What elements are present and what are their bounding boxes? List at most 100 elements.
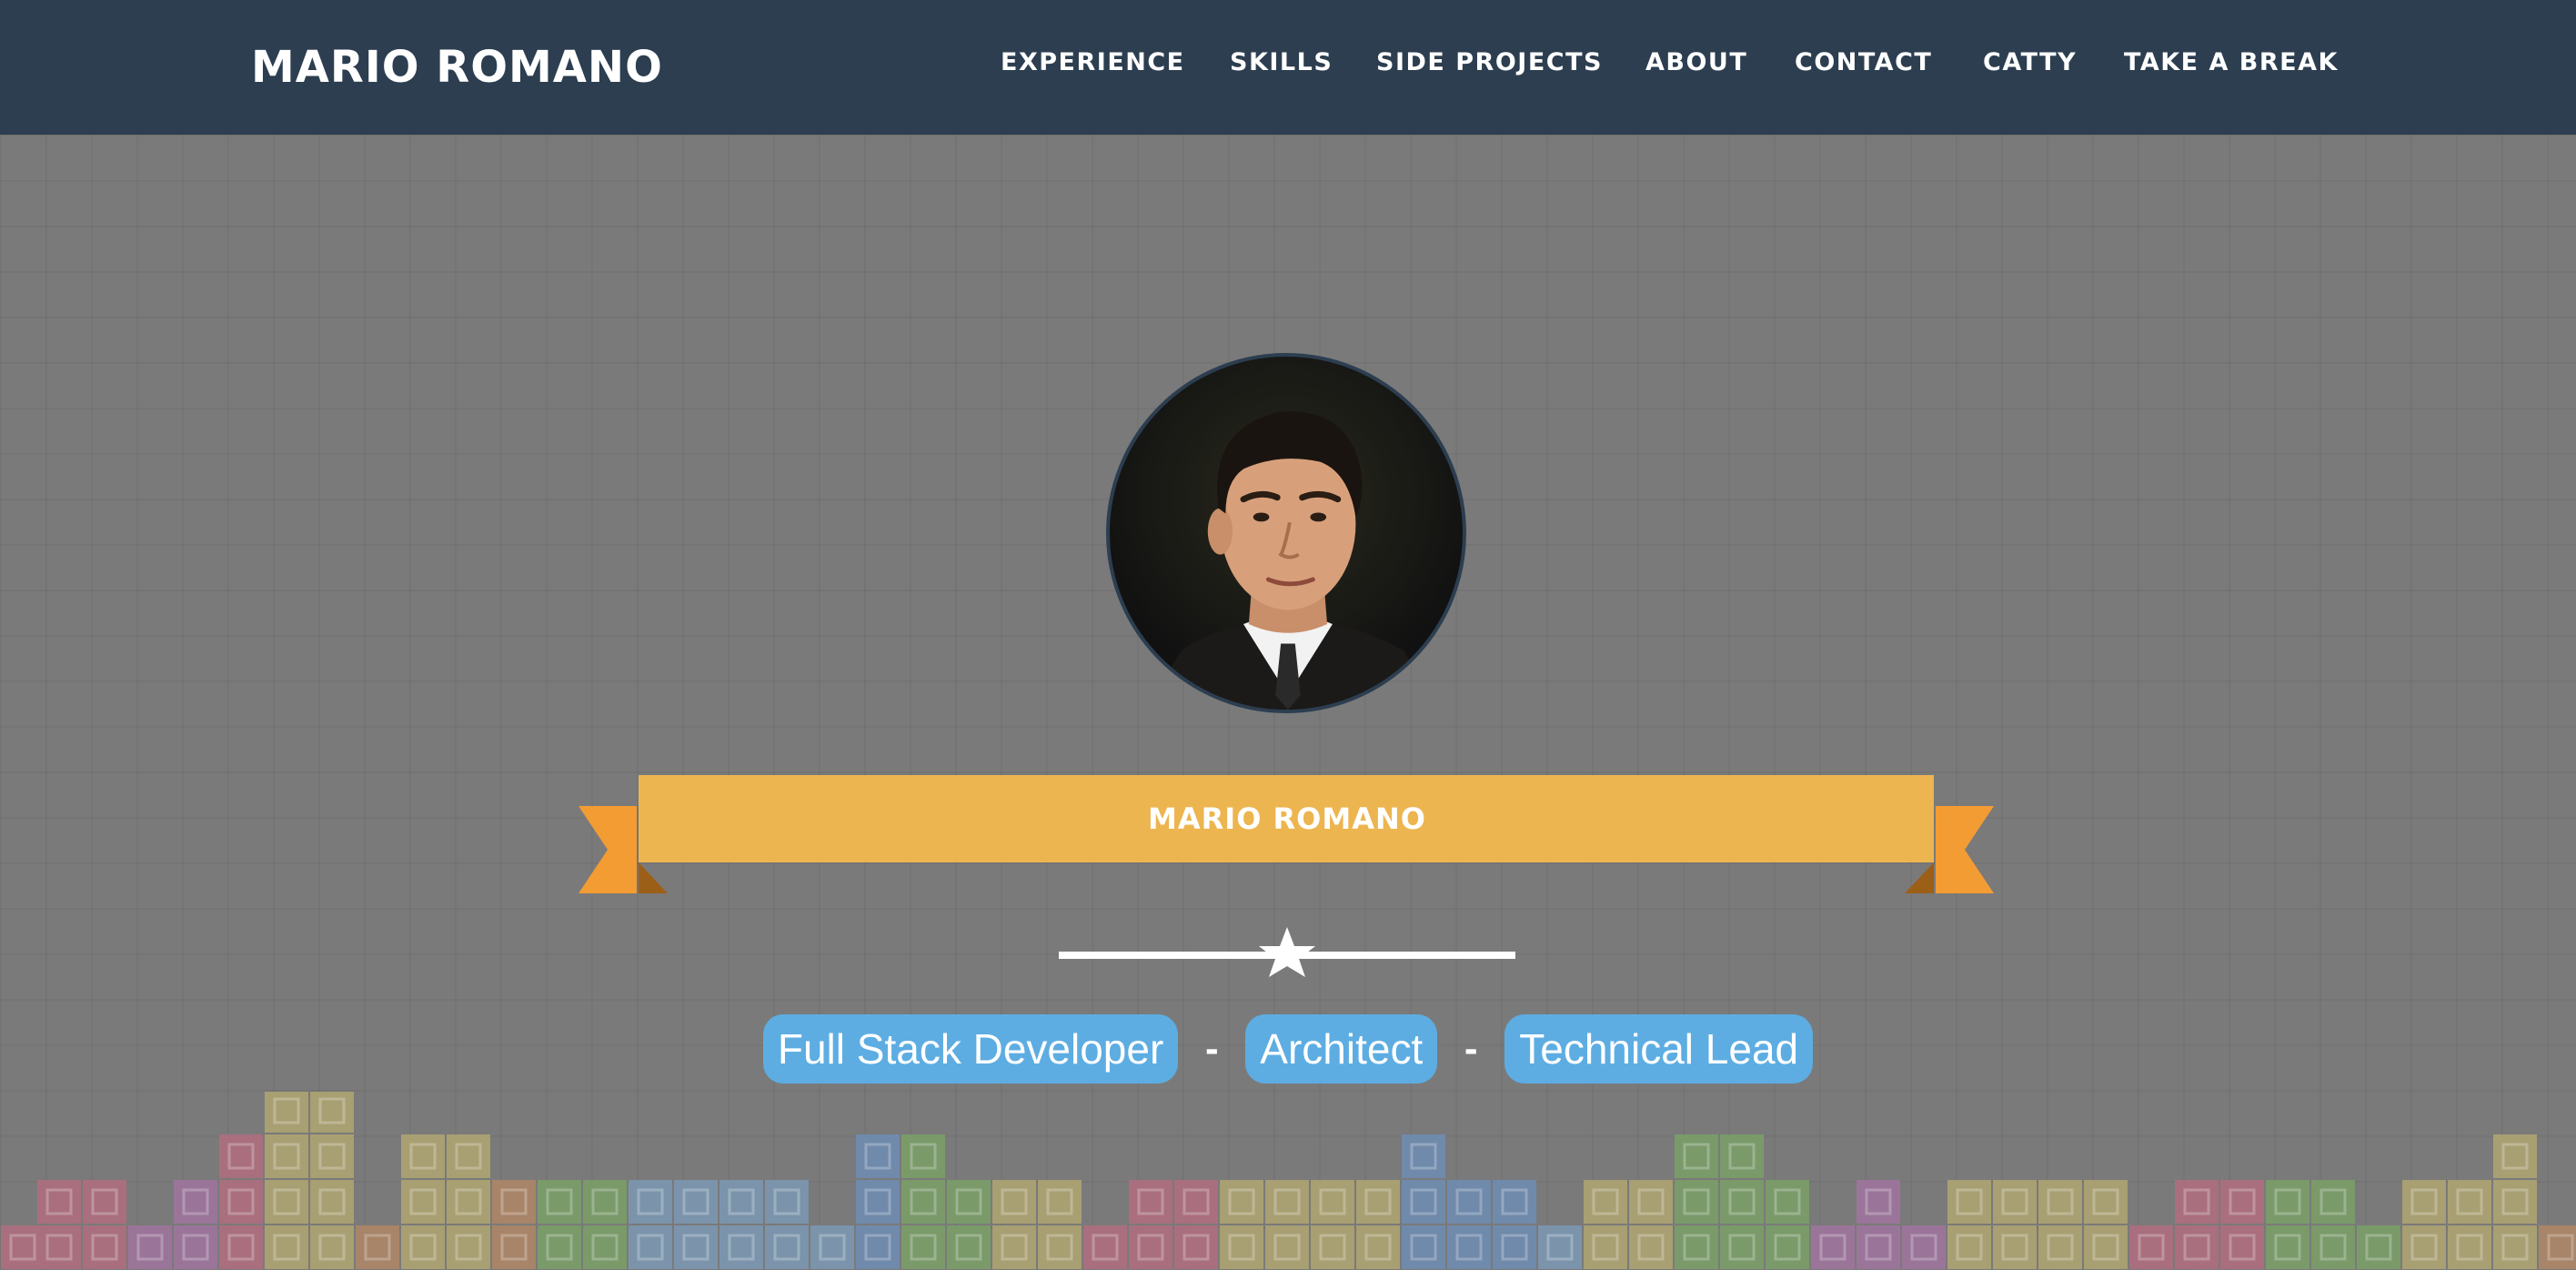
tetris-block — [1265, 1225, 1309, 1269]
star-divider — [1059, 927, 1515, 977]
tetris-block — [265, 1134, 308, 1178]
tetris-block — [1811, 1225, 1855, 1269]
tetris-block — [492, 1225, 536, 1269]
nav-side-projects[interactable]: SIDE PROJECTS — [1376, 40, 1603, 86]
brand-link[interactable]: MARIO ROMANO — [251, 36, 663, 98]
tetris-block — [1857, 1225, 1900, 1269]
tetris-block — [1038, 1225, 1082, 1269]
tetris-block — [2220, 1225, 2264, 1269]
tetris-block — [174, 1180, 217, 1224]
tetris-block — [1447, 1225, 1491, 1269]
nav-experience[interactable]: EXPERIENCE — [1001, 40, 1185, 86]
tetris-block — [2493, 1134, 2537, 1178]
tetris-block — [719, 1180, 763, 1224]
tetris-block — [310, 1134, 354, 1178]
tetris-block — [1311, 1225, 1354, 1269]
tetris-block — [1947, 1180, 1991, 1224]
tetris-block — [2084, 1180, 2128, 1224]
tetris-block — [1720, 1180, 1764, 1224]
tetris-block — [1720, 1225, 1764, 1269]
nav-catty[interactable]: CATTY — [1983, 40, 2077, 86]
tetris-block — [1629, 1225, 1673, 1269]
tetris-block — [856, 1225, 900, 1269]
nav-contact[interactable]: CONTACT — [1795, 40, 1932, 86]
tetris-block — [1402, 1225, 1445, 1269]
tag-full-stack-developer: Full Stack Developer — [762, 1014, 1179, 1084]
tag-architect: Architect — [1245, 1014, 1438, 1084]
tetris-block — [1993, 1225, 2037, 1269]
tetris-block — [1857, 1180, 1900, 1224]
tetris-block — [2038, 1180, 2082, 1224]
tetris-block — [310, 1225, 354, 1269]
ribbon-left-tail — [579, 806, 637, 893]
tetris-block — [1947, 1225, 1991, 1269]
tetris-block — [901, 1225, 945, 1269]
tetris-block — [310, 1180, 354, 1224]
tetris-block — [447, 1134, 490, 1178]
tetris-block — [583, 1180, 627, 1224]
tetris-block — [2493, 1180, 2537, 1224]
tetris-block — [538, 1180, 581, 1224]
tetris-block — [1629, 1180, 1673, 1224]
tetris-block — [719, 1225, 763, 1269]
tetris-block — [2175, 1180, 2219, 1224]
tetris-block — [447, 1180, 490, 1224]
tetris-block — [1356, 1180, 1400, 1224]
role-tags: Full Stack Developer - Architect - Techn… — [0, 1013, 2576, 1084]
tetris-blocks — [1, 1092, 2576, 1269]
tetris-block — [2539, 1225, 2576, 1269]
tetris-block — [492, 1180, 536, 1224]
ribbon-right-fold — [1905, 862, 1934, 893]
ribbon-name-text: MARIO ROMANO — [1148, 801, 1426, 836]
tetris-block — [1174, 1225, 1218, 1269]
tetris-block — [219, 1180, 263, 1224]
ribbon-right-tail — [1936, 806, 1994, 893]
tetris-block — [947, 1225, 991, 1269]
tetris-block — [901, 1180, 945, 1224]
tetris-block — [2448, 1225, 2491, 1269]
nav-take-a-break[interactable]: TAKE A BREAK — [2124, 40, 2339, 86]
tetris-block — [1675, 1180, 1718, 1224]
tetris-block — [538, 1225, 581, 1269]
tetris-block — [2402, 1225, 2446, 1269]
tetris-block — [447, 1225, 490, 1269]
tetris-block — [2448, 1180, 2491, 1224]
tetris-block — [1675, 1225, 1718, 1269]
profile-avatar — [1106, 353, 1466, 713]
star-icon — [1259, 927, 1315, 977]
tetris-block — [1447, 1180, 1491, 1224]
tetris-block — [1311, 1180, 1354, 1224]
tetris-block — [629, 1225, 672, 1269]
nav-skills[interactable]: SKILLS — [1230, 40, 1333, 86]
tetris-block — [265, 1225, 308, 1269]
tetris-block — [2311, 1180, 2355, 1224]
tetris-block — [265, 1180, 308, 1224]
tag-technical-lead: Technical Lead — [1504, 1014, 1814, 1084]
tetris-block — [37, 1180, 81, 1224]
tetris-block — [401, 1180, 445, 1224]
tetris-block — [674, 1180, 718, 1224]
tetris-block — [1265, 1180, 1309, 1224]
tetris-block — [1584, 1180, 1627, 1224]
tetris-block — [1766, 1225, 1809, 1269]
tetris-block — [310, 1092, 354, 1133]
tetris-block — [2493, 1225, 2537, 1269]
tetris-block — [1993, 1180, 2037, 1224]
tetris-block — [856, 1134, 900, 1178]
tetris-block — [2266, 1225, 2309, 1269]
tetris-block — [2084, 1225, 2128, 1269]
tetris-block — [1356, 1225, 1400, 1269]
tetris-block — [2357, 1225, 2400, 1269]
tetris-block — [1083, 1225, 1127, 1269]
tetris-block — [583, 1225, 627, 1269]
tetris-block — [2402, 1180, 2446, 1224]
tetris-block — [401, 1134, 445, 1178]
tetris-block — [1493, 1180, 1536, 1224]
tetris-block — [2038, 1225, 2082, 1269]
tetris-block — [174, 1225, 217, 1269]
tetris-block — [2175, 1225, 2219, 1269]
tetris-block — [901, 1134, 945, 1178]
tetris-block — [1538, 1225, 1582, 1269]
tetris-block — [1902, 1225, 1946, 1269]
nav-about[interactable]: ABOUT — [1645, 40, 1747, 86]
